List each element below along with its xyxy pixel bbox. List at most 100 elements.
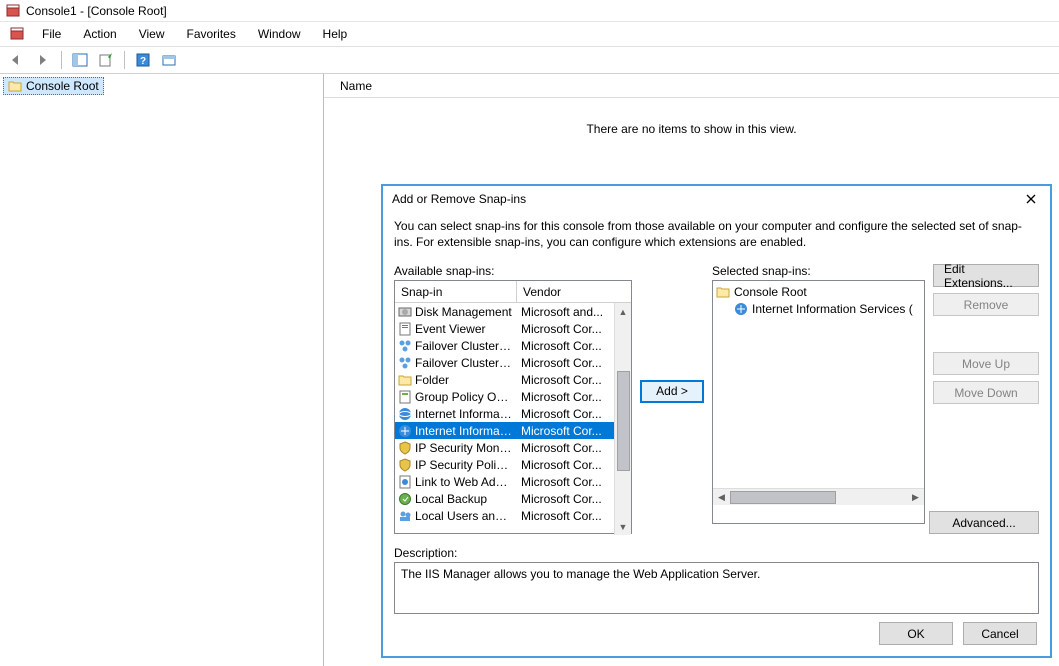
snapin-name: Local Backup bbox=[415, 492, 517, 506]
menu-file[interactable]: File bbox=[32, 24, 71, 44]
tree-root-label: Console Root bbox=[26, 79, 99, 93]
available-row[interactable]: Disk ManagementMicrosoft and... bbox=[395, 303, 631, 320]
menu-view[interactable]: View bbox=[129, 24, 175, 44]
snapin-icon bbox=[397, 441, 413, 455]
snapin-name: Event Viewer bbox=[415, 322, 517, 336]
menu-bar: File Action View Favorites Window Help bbox=[0, 22, 1059, 46]
console-tree[interactable]: Console Root bbox=[0, 74, 324, 666]
available-row[interactable]: Failover Cluster Man...Microsoft Cor... bbox=[395, 354, 631, 371]
snapin-icon bbox=[397, 322, 413, 336]
svg-text:?: ? bbox=[140, 56, 146, 67]
menu-help[interactable]: Help bbox=[313, 24, 358, 44]
available-row[interactable]: Link to Web AddressMicrosoft Cor... bbox=[395, 473, 631, 490]
app-icon-small bbox=[10, 27, 26, 41]
dialog-titlebar: Add or Remove Snap-ins bbox=[382, 185, 1051, 213]
folder-icon bbox=[715, 285, 731, 299]
selected-item[interactable]: Internet Information Services ( bbox=[713, 300, 924, 317]
iis-icon bbox=[733, 302, 749, 316]
available-row[interactable]: IP Security Policy M...Microsoft Cor... bbox=[395, 456, 631, 473]
available-row[interactable]: Local Users and Gro...Microsoft Cor... bbox=[395, 507, 631, 524]
snapin-icon bbox=[397, 407, 413, 421]
toolbar-separator bbox=[124, 51, 125, 69]
ok-button[interactable]: OK bbox=[879, 622, 953, 645]
snapin-name: Local Users and Gro... bbox=[415, 509, 517, 523]
available-row[interactable]: IP Security MonitorMicrosoft Cor... bbox=[395, 439, 631, 456]
toolbar-separator bbox=[61, 51, 62, 69]
snapin-name: Group Policy Object ... bbox=[415, 390, 517, 404]
menu-action[interactable]: Action bbox=[73, 24, 126, 44]
selected-snapins-tree[interactable]: Console Root Internet Information Service… bbox=[712, 280, 925, 524]
scroll-down-icon[interactable]: ▼ bbox=[615, 518, 631, 535]
show-hide-tree-button[interactable] bbox=[69, 49, 91, 71]
snapin-name: Folder bbox=[415, 373, 517, 387]
snapin-icon bbox=[397, 424, 413, 438]
vertical-scrollbar[interactable]: ▲ ▼ bbox=[614, 303, 631, 535]
horizontal-scrollbar[interactable]: ◀ ▶ bbox=[713, 488, 924, 505]
dialog-title: Add or Remove Snap-ins bbox=[392, 192, 526, 206]
advanced-button[interactable]: Advanced... bbox=[929, 511, 1039, 534]
available-row[interactable]: Group Policy Object ...Microsoft Cor... bbox=[395, 388, 631, 405]
snapin-name: IP Security Policy M... bbox=[415, 458, 517, 472]
cancel-button[interactable]: Cancel bbox=[963, 622, 1037, 645]
selected-item-label: Internet Information Services ( bbox=[752, 302, 913, 316]
selected-root[interactable]: Console Root bbox=[713, 283, 924, 300]
snapin-icon bbox=[397, 475, 413, 489]
snapin-name: IP Security Monitor bbox=[415, 441, 517, 455]
add-button[interactable]: Add > bbox=[640, 380, 704, 403]
tree-root-node[interactable]: Console Root bbox=[3, 77, 104, 95]
snapin-name: Disk Management bbox=[415, 305, 517, 319]
available-row[interactable]: Local BackupMicrosoft Cor... bbox=[395, 490, 631, 507]
col-vendor[interactable]: Vendor bbox=[517, 285, 631, 299]
snapin-name: Internet Informatio... bbox=[415, 424, 517, 438]
folder-icon bbox=[8, 80, 22, 92]
column-name[interactable]: Name bbox=[334, 76, 378, 96]
snapin-icon bbox=[397, 390, 413, 404]
menu-window[interactable]: Window bbox=[248, 24, 311, 44]
export-list-button[interactable] bbox=[95, 49, 117, 71]
available-label: Available snap-ins: bbox=[394, 264, 632, 278]
close-button[interactable] bbox=[1019, 189, 1043, 209]
edit-extensions-button[interactable]: Edit Extensions... bbox=[933, 264, 1039, 287]
scroll-right-icon[interactable]: ▶ bbox=[907, 489, 924, 506]
available-snapins-list[interactable]: Snap-in Vendor Disk ManagementMicrosoft … bbox=[394, 280, 632, 534]
available-columns[interactable]: Snap-in Vendor bbox=[395, 281, 631, 303]
available-row[interactable]: FolderMicrosoft Cor... bbox=[395, 371, 631, 388]
description-label: Description: bbox=[394, 546, 1039, 560]
window-titlebar: Console1 - [Console Root] bbox=[0, 0, 1059, 22]
available-row[interactable]: Internet Informatio...Microsoft Cor... bbox=[395, 422, 631, 439]
window-title: Console1 - [Console Root] bbox=[26, 4, 167, 18]
snapin-icon bbox=[397, 509, 413, 523]
available-row[interactable]: Internet Informatio...Microsoft Cor... bbox=[395, 405, 631, 422]
scroll-left-icon[interactable]: ◀ bbox=[713, 489, 730, 506]
help-button[interactable]: ? bbox=[132, 49, 154, 71]
new-window-button[interactable] bbox=[158, 49, 180, 71]
list-header[interactable]: Name bbox=[324, 74, 1059, 98]
selected-label: Selected snap-ins: bbox=[712, 264, 925, 278]
snapin-name: Failover Cluster Man... bbox=[415, 356, 517, 370]
col-snapin[interactable]: Snap-in bbox=[395, 281, 517, 302]
snapin-icon bbox=[397, 373, 413, 387]
scroll-thumb[interactable] bbox=[730, 491, 836, 504]
menu-favorites[interactable]: Favorites bbox=[177, 24, 246, 44]
dialog-intro-text: You can select snap-ins for this console… bbox=[394, 219, 1039, 250]
snapin-name: Failover Cluster Man... bbox=[415, 339, 517, 353]
app-icon bbox=[6, 4, 20, 18]
selected-root-label: Console Root bbox=[734, 285, 807, 299]
remove-button[interactable]: Remove bbox=[933, 293, 1039, 316]
scroll-thumb[interactable] bbox=[617, 371, 630, 471]
available-row[interactable]: Failover Cluster Man...Microsoft Cor... bbox=[395, 337, 631, 354]
move-up-button[interactable]: Move Up bbox=[933, 352, 1039, 375]
add-remove-snapins-dialog: Add or Remove Snap-ins You can select sn… bbox=[381, 184, 1052, 658]
back-button[interactable] bbox=[6, 49, 28, 71]
empty-list-text: There are no items to show in this view. bbox=[324, 122, 1059, 136]
forward-button[interactable] bbox=[32, 49, 54, 71]
snapin-icon bbox=[397, 305, 413, 319]
move-down-button[interactable]: Move Down bbox=[933, 381, 1039, 404]
available-row[interactable]: Event ViewerMicrosoft Cor... bbox=[395, 320, 631, 337]
scroll-up-icon[interactable]: ▲ bbox=[615, 303, 631, 320]
toolbar: ? bbox=[0, 46, 1059, 74]
snapin-icon bbox=[397, 458, 413, 472]
snapin-icon bbox=[397, 356, 413, 370]
snapin-icon bbox=[397, 492, 413, 506]
description-text: The IIS Manager allows you to manage the… bbox=[394, 562, 1039, 614]
